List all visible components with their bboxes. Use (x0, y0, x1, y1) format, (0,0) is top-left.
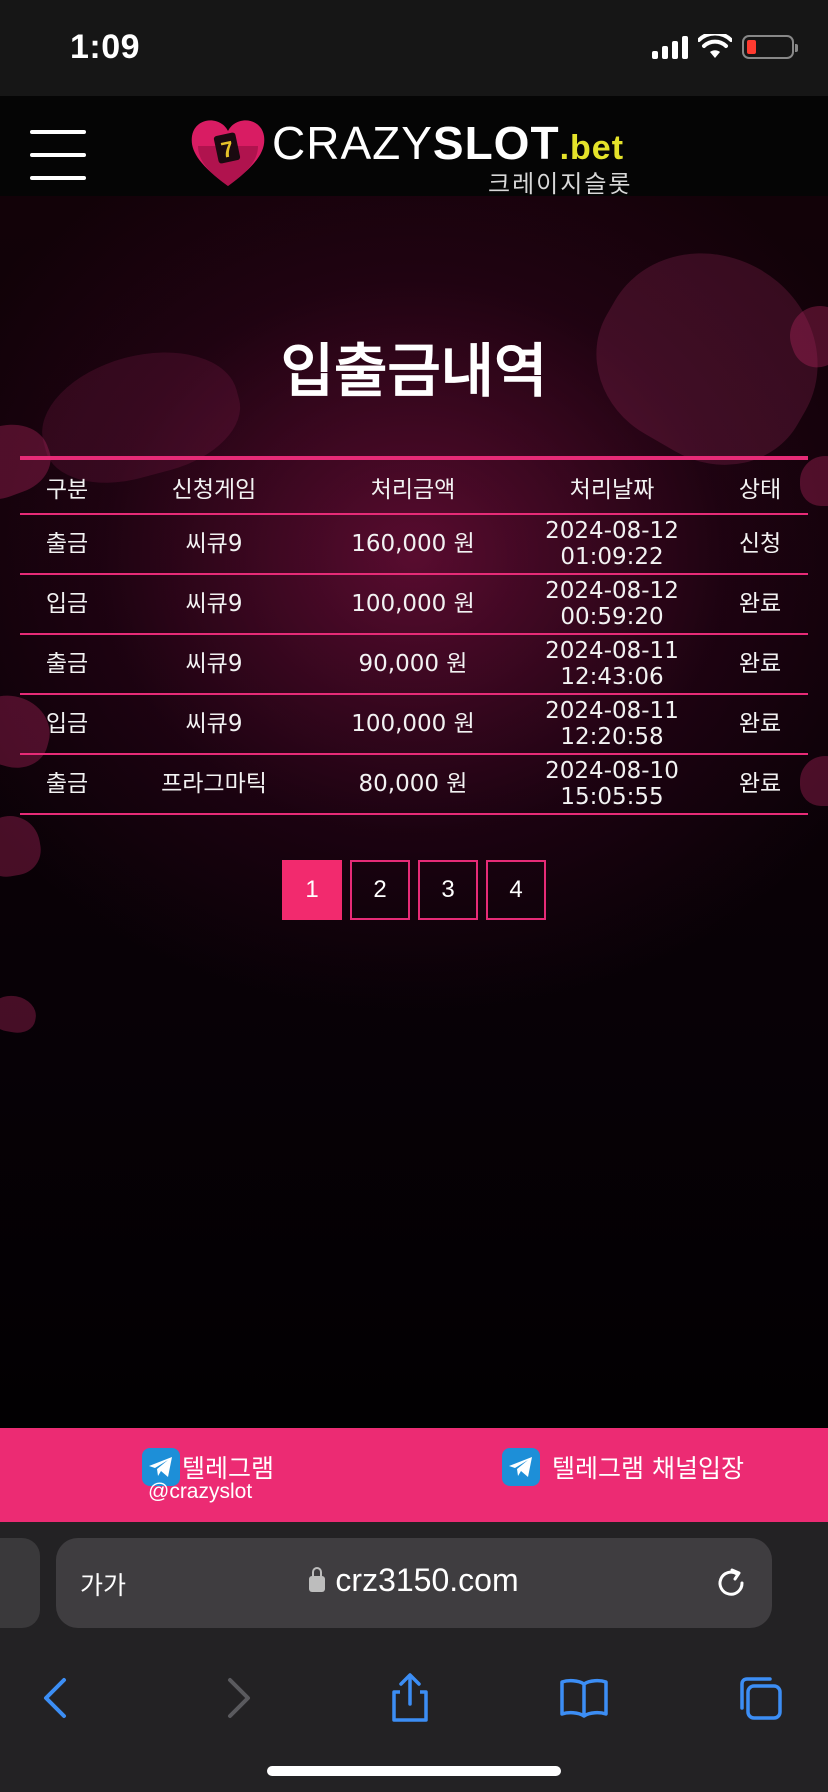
page-button-2[interactable]: 2 (350, 860, 410, 920)
main-content: 입출금내역 구분 신청게임 처리금액 처리날짜 상태 출금 씨큐9 160,00… (0, 196, 828, 1428)
decorative-heart (0, 992, 39, 1036)
back-icon[interactable] (32, 1672, 84, 1724)
cell-game: 씨큐9 (114, 574, 314, 635)
table-row: 출금 씨큐9 90,000 원 2024-08-11 12:43:06 완료 (20, 634, 808, 695)
url-text: crz3150.com (335, 1562, 519, 1598)
cell-datetime: 2024-08-12 01:09:22 (512, 514, 712, 575)
logo-bet: .bet (559, 129, 625, 167)
tabs-icon[interactable] (734, 1672, 786, 1724)
table-row: 출금 프라그마틱 80,000 원 2024-08-10 15:05:55 완료 (20, 754, 808, 815)
cellular-signal-icon (652, 35, 688, 59)
telegram-bar: 텔레그램 @crazyslot 텔레그램 채널입장 (0, 1428, 828, 1522)
header-date: 처리날짜 (512, 458, 712, 515)
cell-time: 01:09:22 (560, 544, 664, 570)
address-bar[interactable]: 가가 crz3150.com (56, 1538, 772, 1628)
telegram-channel-link[interactable]: 텔레그램 채널입장 (502, 1448, 744, 1486)
cell-type: 출금 (20, 754, 114, 815)
cell-datetime: 2024-08-11 12:20:58 (512, 694, 712, 755)
cell-date: 2024-08-12 (545, 518, 679, 544)
logo-wordmark: CRAZYSLOT.bet (272, 116, 624, 170)
cell-status: 완료 (712, 694, 808, 755)
browser-bar: 가가 crz3150.com (0, 1522, 828, 1792)
cell-amount: 90,000 원 (314, 634, 512, 695)
forward-icon[interactable] (210, 1672, 262, 1724)
status-time: 1:09 (70, 28, 141, 66)
header-status: 상태 (712, 458, 808, 515)
cell-type: 출금 (20, 514, 114, 575)
cell-game: 씨큐9 (114, 514, 314, 575)
table-header-row: 구분 신청게임 처리금액 처리날짜 상태 (20, 458, 808, 515)
logo-crazy: CRAZY (272, 117, 433, 169)
status-icons (652, 34, 798, 60)
cell-amount: 100,000 원 (314, 574, 512, 635)
transaction-history-table: 구분 신청게임 처리금액 처리날짜 상태 출금 씨큐9 160,000 원 20… (20, 456, 808, 815)
cell-game: 씨큐9 (114, 634, 314, 695)
cell-datetime: 2024-08-10 15:05:55 (512, 754, 712, 815)
pagination: 1 2 3 4 (282, 860, 546, 920)
cell-status: 완료 (712, 574, 808, 635)
cell-amount: 80,000 원 (314, 754, 512, 815)
reload-icon[interactable] (712, 1564, 750, 1602)
telegram-handle[interactable]: @crazyslot (148, 1480, 252, 1504)
logo-subtitle: 크레이지슬롯 (488, 170, 633, 198)
cell-date: 2024-08-10 (545, 758, 679, 784)
cell-status: 신청 (712, 514, 808, 575)
cell-datetime: 2024-08-12 00:59:20 (512, 574, 712, 635)
cell-time: 12:43:06 (560, 664, 664, 690)
table-row: 입금 씨큐9 100,000 원 2024-08-11 12:20:58 완료 (20, 694, 808, 755)
cell-type: 출금 (20, 634, 114, 695)
page-button-3[interactable]: 3 (418, 860, 478, 920)
telegram-channel-label: 텔레그램 채널입장 (552, 1454, 744, 1483)
previous-tab-peek[interactable] (0, 1538, 40, 1628)
bookmarks-icon[interactable] (558, 1672, 610, 1724)
battery-icon (742, 35, 798, 59)
cell-date: 2024-08-12 (545, 578, 679, 604)
cell-time: 00:59:20 (560, 604, 664, 630)
cell-type: 입금 (20, 574, 114, 635)
cell-amount: 160,000 원 (314, 514, 512, 575)
page-button-1[interactable]: 1 (282, 860, 342, 920)
cell-status: 완료 (712, 754, 808, 815)
heart-slot-logo-icon: 7 (191, 120, 265, 186)
decorative-heart (0, 811, 45, 881)
site-header: 7 CRAZYSLOT.bet 크레이지슬롯 (0, 96, 828, 198)
cell-time: 15:05:55 (560, 784, 664, 810)
cell-date: 2024-08-11 (545, 698, 679, 724)
header-game: 신청게임 (114, 458, 314, 515)
telegram-icon (502, 1448, 540, 1486)
table-row: 출금 씨큐9 160,000 원 2024-08-12 01:09:22 신청 (20, 514, 808, 575)
lock-icon (309, 1567, 326, 1592)
cell-date: 2024-08-11 (545, 638, 679, 664)
browser-toolbar (0, 1672, 828, 1732)
share-icon[interactable] (384, 1672, 436, 1724)
cell-type: 입금 (20, 694, 114, 755)
page-button-4[interactable]: 4 (486, 860, 546, 920)
logo-slot: SLOT (432, 117, 560, 169)
cell-amount: 100,000 원 (314, 694, 512, 755)
menu-icon[interactable] (30, 130, 86, 180)
status-bar: 1:09 (0, 0, 828, 96)
cell-game: 씨큐9 (114, 694, 314, 755)
url-display[interactable]: crz3150.com (56, 1562, 772, 1599)
cell-datetime: 2024-08-11 12:43:06 (512, 634, 712, 695)
site-logo[interactable]: 7 CRAZYSLOT.bet 크레이지슬롯 (188, 110, 648, 198)
header-amount: 처리금액 (314, 458, 512, 515)
wifi-icon (698, 34, 732, 58)
table-row: 입금 씨큐9 100,000 원 2024-08-12 00:59:20 완료 (20, 574, 808, 635)
home-indicator[interactable] (267, 1766, 561, 1776)
cell-game: 프라그마틱 (114, 754, 314, 815)
cell-time: 12:20:58 (560, 724, 664, 750)
page-title: 입출금내역 (280, 337, 548, 405)
header-type: 구분 (20, 458, 114, 515)
cell-status: 완료 (712, 634, 808, 695)
